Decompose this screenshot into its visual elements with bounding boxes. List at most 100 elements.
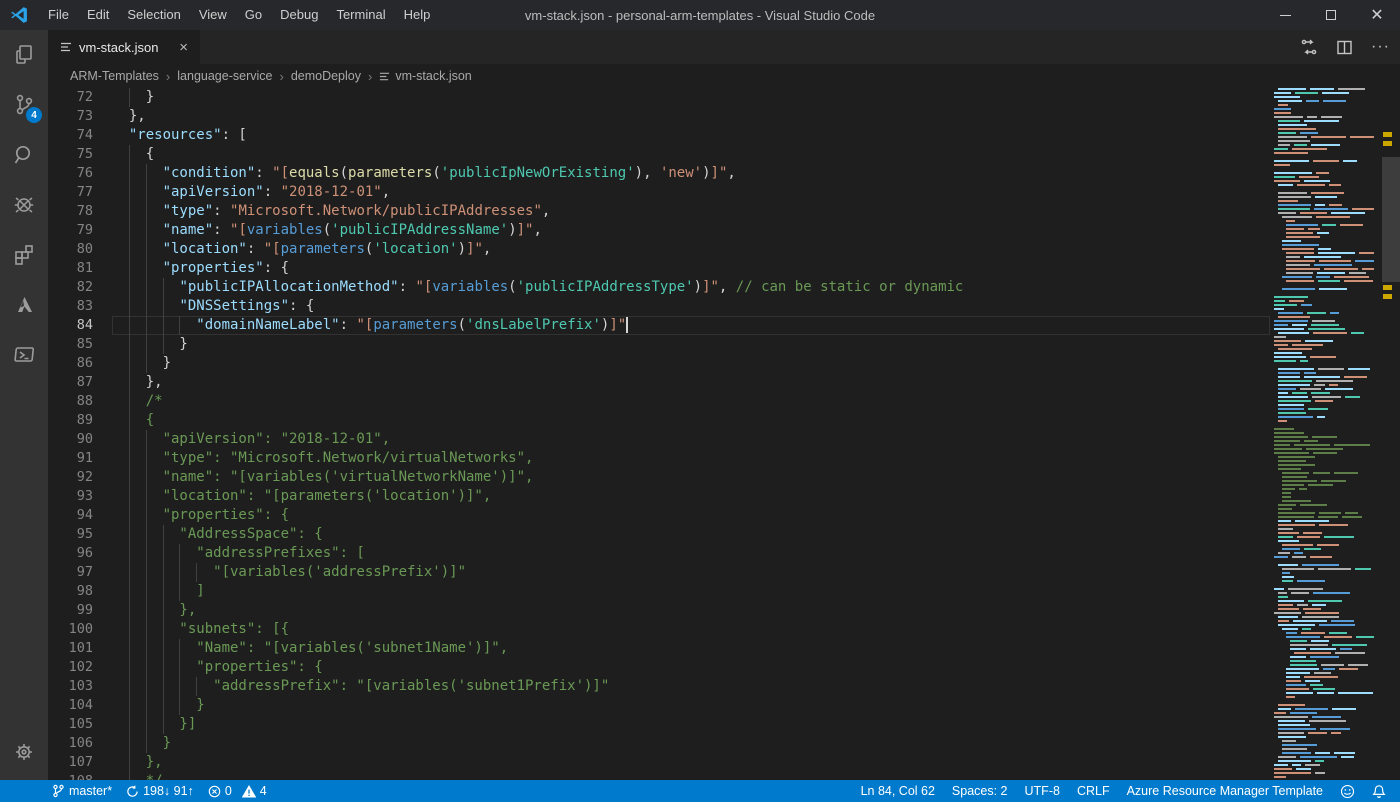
close-button[interactable]: ✕ (1354, 0, 1400, 30)
minimap-line (1274, 136, 1382, 138)
breadcrumb-folder[interactable]: ARM-Templates (70, 69, 159, 83)
minimap-line (1274, 724, 1382, 726)
problems-status[interactable]: 0 4 (208, 784, 267, 798)
minimap-line (1274, 628, 1382, 630)
code-line[interactable]: "name": "[variables('publicIPAddressName… (112, 221, 1270, 240)
code-line[interactable]: { (112, 145, 1270, 164)
menu-selection[interactable]: Selection (118, 0, 189, 30)
code-line[interactable]: "apiVersion": "2018-12-01", (112, 183, 1270, 202)
indent-guide (179, 639, 180, 658)
line-number: 94 (48, 506, 112, 525)
activity-settings[interactable] (0, 728, 48, 776)
code-line[interactable]: "[variables('addressPrefix')]" (112, 563, 1270, 582)
code-line[interactable]: "AddressSpace": { (112, 525, 1270, 544)
line-number: 89 (48, 411, 112, 430)
indentation[interactable]: Spaces: 2 (952, 784, 1008, 798)
code-line[interactable]: "name": "[variables('virtualNetworkName'… (112, 468, 1270, 487)
code-line[interactable]: ] (112, 582, 1270, 601)
code-line[interactable]: }, (112, 601, 1270, 620)
code-line[interactable]: "publicIPAllocationMethod": "[variables(… (112, 278, 1270, 297)
breadcrumb-file[interactable]: vm-stack.json (395, 69, 471, 83)
activity-source-control[interactable]: 4 (0, 80, 48, 130)
breadcrumb-folder[interactable]: demoDeploy (291, 69, 361, 83)
bell-icon (1372, 784, 1386, 799)
minimize-button[interactable] (1262, 0, 1308, 30)
code-line[interactable]: }] (112, 715, 1270, 734)
code-line[interactable]: "addressPrefixes": [ (112, 544, 1270, 563)
branch-status[interactable]: master* (52, 784, 112, 798)
activity-debug[interactable] (0, 180, 48, 230)
minimap[interactable] (1270, 88, 1382, 780)
sync-status[interactable]: 198↓ 91↑ (126, 784, 194, 798)
menu-edit[interactable]: Edit (78, 0, 118, 30)
code-line[interactable]: "apiVersion": "2018-12-01", (112, 430, 1270, 449)
eol-sequence[interactable]: CRLF (1077, 784, 1110, 798)
code-line[interactable]: } (112, 696, 1270, 715)
code-line[interactable]: "Name": "[variables('subnet1Name')]", (112, 639, 1270, 658)
indent-guide (129, 183, 130, 202)
code-line[interactable]: "addressPrefix": "[variables('subnet1Pre… (112, 677, 1270, 696)
code-line[interactable]: "condition": "[equals(parameters('public… (112, 164, 1270, 183)
code-line[interactable]: /* (112, 392, 1270, 411)
code-line[interactable]: "properties": { (112, 259, 1270, 278)
minimap-line (1274, 172, 1382, 174)
minimap-line (1274, 276, 1382, 278)
menu-terminal[interactable]: Terminal (327, 0, 394, 30)
code-line[interactable]: */ (112, 772, 1270, 780)
activity-azure[interactable] (0, 280, 48, 330)
code-line[interactable]: "properties": { (112, 506, 1270, 525)
minimap-line (1274, 200, 1382, 202)
minimap-line (1274, 596, 1382, 598)
code-line[interactable]: "location": "[parameters('location')]", (112, 240, 1270, 259)
indent-guide (129, 297, 130, 316)
maximize-button[interactable] (1308, 0, 1354, 30)
code-line[interactable]: "location": "[parameters('location')]", (112, 487, 1270, 506)
split-editor-icon[interactable] (1336, 39, 1353, 56)
code-line[interactable]: "properties": { (112, 658, 1270, 677)
code-line[interactable]: }, (112, 107, 1270, 126)
code-line[interactable]: { (112, 411, 1270, 430)
code-line[interactable]: }, (112, 753, 1270, 772)
code-line[interactable]: } (112, 335, 1270, 354)
code-line[interactable]: } (112, 734, 1270, 753)
language-mode[interactable]: Azure Resource Manager Template (1127, 784, 1323, 798)
code-line[interactable]: "DNSSettings": { (112, 297, 1270, 316)
code-area[interactable]: } }, "resources": [ { "condition": "[equ… (112, 88, 1270, 780)
tab-label: vm-stack.json (79, 40, 177, 55)
activity-extensions[interactable] (0, 230, 48, 280)
breadcrumb-folder[interactable]: language-service (177, 69, 272, 83)
minimap-line (1274, 164, 1382, 166)
cursor-position[interactable]: Ln 84, Col 62 (861, 784, 935, 798)
code-line[interactable]: }, (112, 373, 1270, 392)
menu-file[interactable]: File (39, 0, 78, 30)
menu-go[interactable]: Go (236, 0, 271, 30)
json-file-icon (60, 41, 72, 53)
open-changes-icon[interactable] (1300, 38, 1318, 56)
menu-help[interactable]: Help (395, 0, 440, 30)
notifications-button[interactable] (1372, 784, 1386, 799)
menu-debug[interactable]: Debug (271, 0, 327, 30)
activity-search[interactable] (0, 130, 48, 180)
minimap-line (1274, 124, 1382, 126)
indent-guide (179, 544, 180, 563)
activity-powershell[interactable] (0, 330, 48, 380)
code-line[interactable]: "domainNameLabel": "[parameters('dnsLabe… (112, 316, 1270, 335)
minimap-line (1274, 620, 1382, 622)
code-line[interactable]: "resources": [ (112, 126, 1270, 145)
tab-close-icon[interactable]: × (177, 39, 190, 56)
code-line[interactable]: } (112, 88, 1270, 107)
code-line[interactable]: } (112, 354, 1270, 373)
code-line[interactable]: "type": "Microsoft.Network/publicIPAddre… (112, 202, 1270, 221)
scrollbar-thumb[interactable] (1382, 157, 1400, 282)
code-line[interactable]: "type": "Microsoft.Network/virtualNetwor… (112, 449, 1270, 468)
code-line[interactable]: "subnets": [{ (112, 620, 1270, 639)
menu-view[interactable]: View (190, 0, 236, 30)
tab-vm-stack-json[interactable]: vm-stack.json × (48, 30, 200, 64)
minimap-line (1274, 252, 1382, 254)
activity-explorer[interactable] (0, 30, 48, 80)
more-actions-icon[interactable]: ··· (1371, 38, 1390, 56)
feedback-button[interactable] (1340, 784, 1355, 799)
minimap-line (1274, 488, 1382, 490)
minimap-line (1274, 680, 1382, 682)
encoding[interactable]: UTF-8 (1025, 784, 1060, 798)
